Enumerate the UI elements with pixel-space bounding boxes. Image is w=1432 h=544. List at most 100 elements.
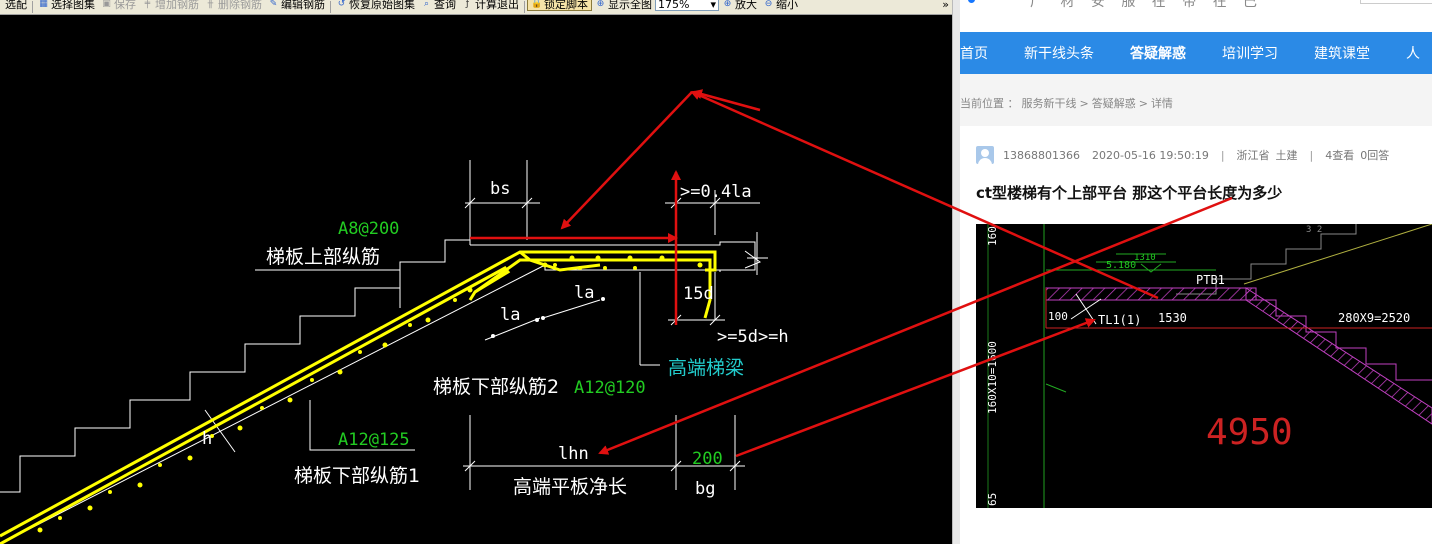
- label-lhn: lhn: [558, 444, 589, 464]
- label-la-2: la: [500, 305, 520, 325]
- breadcrumb-item[interactable]: 服务新干线: [1022, 97, 1077, 110]
- drawing-v65: 65: [986, 493, 999, 506]
- label-bg-value: 200: [692, 449, 723, 469]
- drawing-1530: 1530: [1158, 311, 1187, 325]
- stair-outline: [0, 232, 768, 544]
- site-logo-text[interactable]: 广 材 安 服 在 带 在 巳: [1030, 0, 1263, 11]
- nav-item-4[interactable]: 建筑课堂: [1314, 43, 1370, 63]
- toolbar-button-label: 查询: [434, 0, 456, 11]
- cad-canvas[interactable]: bs A8@200 梯板上部纵筋 >=0.4la la la 15d >=5d>…: [0, 15, 952, 544]
- label-la-1: la: [574, 283, 594, 303]
- restore-atlas-icon: ↺: [337, 0, 346, 9]
- zoom-in-button[interactable]: ⊕ 放大: [719, 0, 760, 11]
- label-high-beam: 高端梯梁: [668, 357, 744, 379]
- label-top-bar-spec: A8@200: [338, 219, 399, 239]
- drawing-tl1: TL1(1): [1098, 313, 1141, 327]
- toolbar-button-label: 恢复原始图集: [349, 0, 415, 11]
- label-anchor-top: >=0.4la: [680, 182, 752, 202]
- breadcrumb-item[interactable]: 答疑解惑: [1092, 97, 1136, 110]
- zoom-value: 175%: [658, 0, 690, 11]
- toolbar-button-8[interactable]: ƒ 计算退出: [459, 0, 522, 11]
- drawing-v160: 160: [986, 226, 999, 246]
- nav-item-3[interactable]: 培训学习: [1222, 43, 1278, 63]
- meta-views: 4查看: [1325, 149, 1355, 162]
- toolbar-button-0[interactable]: 选配: [0, 0, 30, 11]
- calc-exit-icon: ƒ: [465, 0, 470, 9]
- label-top-bar-name: 梯板上部纵筋: [266, 246, 380, 268]
- cad-window: 选配 ▦ 选择图集 ▣ 保存 ╪ 增加钢筋 ╫ 删除钢筋 ✎ 编辑钢筋 ↺ 恢复原始图集 ⌕ 查询 ƒ 计算退出…: [0, 0, 952, 544]
- toolbar-button-3[interactable]: ╪ 增加钢筋: [139, 0, 202, 11]
- label-bottom1-name: 梯板下部纵筋1: [294, 465, 420, 487]
- avatar[interactable]: [976, 146, 994, 164]
- question-meta: 13868801366 2020-05-16 19:50:19 | 浙江省 土建…: [976, 146, 1401, 164]
- label-slab-length: 高端平板净长: [513, 476, 627, 498]
- cad-toolbar: 选配 ▦ 选择图集 ▣ 保存 ╪ 增加钢筋 ╫ 删除钢筋 ✎ 编辑钢筋 ↺ 恢复原始图集 ⌕ 查询 ƒ 计算退出…: [0, 0, 952, 15]
- toolbar-button-label: 缩小: [776, 0, 798, 11]
- drawing-4950: 4950: [1206, 412, 1293, 453]
- toolbar-button-9[interactable]: 🔒 锁定脚本: [527, 0, 592, 11]
- show-all-icon: ⊕: [596, 0, 605, 9]
- label-h: h: [202, 429, 212, 449]
- toolbar-button-label: 锁定脚本: [544, 0, 588, 11]
- toolbar-button-10[interactable]: ⊕ 显示全图: [592, 0, 655, 11]
- zoom-out-icon: ⊖: [764, 0, 773, 9]
- save-icon: ▣: [102, 0, 111, 9]
- toolbar-button-1[interactable]: ▦ 选择图集: [35, 0, 98, 11]
- dimension-lines: [204, 160, 760, 490]
- toolbar-button-6[interactable]: ↺ 恢复原始图集: [333, 0, 418, 11]
- drawing-100: 100: [1048, 310, 1068, 323]
- label-bottom1-spec: A12@125: [338, 430, 410, 450]
- toolbar-button-label: 显示全图: [608, 0, 652, 11]
- label-bs: bs: [490, 179, 510, 199]
- toolbar-button-5[interactable]: ✎ 编辑钢筋: [265, 0, 328, 11]
- nav-item-2[interactable]: 答疑解惑: [1130, 43, 1186, 63]
- breadcrumb-item: 详情: [1150, 97, 1173, 110]
- label-bg: bg: [695, 479, 715, 499]
- label-bottom2-spec: A12@120: [574, 378, 646, 398]
- toolbar-button-label: 放大: [735, 0, 757, 11]
- question-image[interactable]: 1310 5.180 PTB1 100 TL1(1) 1530 280X9=25…: [976, 224, 1432, 508]
- search-input[interactable]: [1360, 0, 1432, 4]
- meta-user[interactable]: 13868801366: [1003, 149, 1080, 162]
- breadcrumb-separator: >: [1138, 97, 1148, 110]
- zoom-in-icon: ⊕: [723, 0, 732, 9]
- nav-item-0[interactable]: 首页: [960, 43, 988, 63]
- main-nav: 首页 新干线头条 答疑解惑 培训学习 建筑课堂 人: [960, 32, 1432, 74]
- zoom-out-button[interactable]: ⊖ 缩小: [760, 0, 801, 11]
- query-icon: ⌕: [423, 0, 430, 9]
- toolbar-button-label: 选择图集: [51, 0, 95, 11]
- drawing-312: 3 2: [1306, 225, 1322, 235]
- nav-item-1[interactable]: 新干线头条: [1024, 43, 1094, 63]
- toolbar-button-7[interactable]: ⌕ 查询: [418, 0, 459, 11]
- toolbar-button-label: 保存: [114, 0, 136, 11]
- breadcrumb-item: 当前位置 ：: [960, 97, 1019, 110]
- toolbar-button-label: 增加钢筋: [155, 0, 199, 11]
- zoom-select[interactable]: 175% ▾: [655, 0, 719, 11]
- toolbar-separator: [524, 1, 525, 13]
- meta-region: 浙江省: [1236, 149, 1270, 162]
- add-rebar-icon: ╪: [144, 0, 151, 9]
- breadcrumb: 当前位置 ：服务新干线 > 答疑解惑 > 详情: [960, 95, 1176, 111]
- rebar-top: [0, 250, 717, 544]
- web-page: 广 材 安 服 在 带 在 巳 首页 新干线头条 答疑解惑 培训学习 建筑课堂人 当前位…: [960, 0, 1432, 544]
- breadcrumb-separator: >: [1079, 97, 1089, 110]
- meta-category: 土建: [1275, 149, 1298, 162]
- cad-text: bs A8@200 梯板上部纵筋 >=0.4la la la 15d >=5d>…: [202, 179, 789, 499]
- chevron-down-icon: ▾: [710, 0, 716, 11]
- question-title: ct型楼梯有个上部平台 那这个平台长度为多少: [976, 184, 1283, 202]
- site-logo-icon[interactable]: [968, 0, 975, 3]
- toolbar-button-2[interactable]: ▣ 保存: [98, 0, 139, 11]
- drawing-v160x10: 160X10=1600: [986, 341, 999, 414]
- meta-separator: |: [1309, 148, 1314, 162]
- toolbar-separator: [330, 1, 331, 13]
- toolbar-overflow-button[interactable]: »: [939, 0, 952, 11]
- drawing-280x9: 280X9=2520: [1338, 311, 1410, 325]
- drawing-ptb1: PTB1: [1196, 273, 1225, 287]
- meta-separator: |: [1220, 148, 1225, 162]
- drawing-1310: 1310: [1134, 253, 1156, 263]
- nav-item-5[interactable]: 人: [1406, 43, 1420, 63]
- toolbar-separator: [32, 1, 33, 13]
- toolbar-button-4[interactable]: ╫ 删除钢筋: [202, 0, 265, 11]
- toolbar-button-label: 编辑钢筋: [281, 0, 325, 11]
- toolbar-button-label: 选配: [5, 0, 27, 11]
